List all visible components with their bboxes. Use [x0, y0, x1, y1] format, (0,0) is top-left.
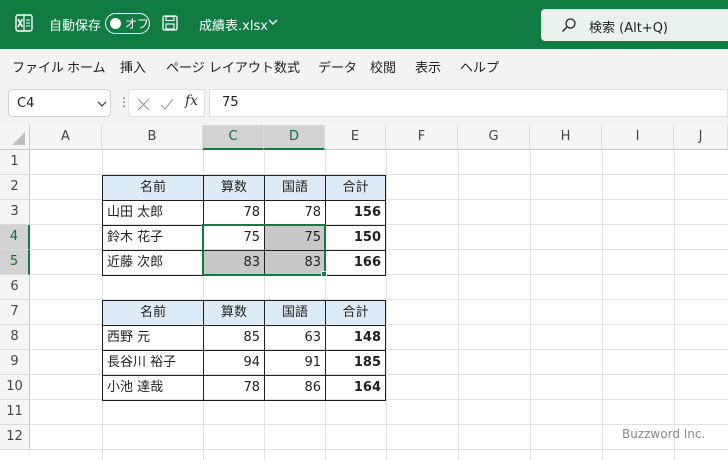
spreadsheet-grid[interactable]: A B C D E F G H I J 1 2 3 4 5 6 7 8 9 10… — [0, 125, 728, 460]
column-header-i[interactable]: I — [602, 125, 674, 150]
row-header-9[interactable]: 9 — [0, 350, 30, 375]
column-header-h[interactable]: H — [530, 125, 602, 150]
autosave-state: オフ — [125, 17, 150, 31]
table2-cell[interactable]: 長谷川 裕子 — [102, 350, 204, 376]
table1-header-name[interactable]: 名前 — [102, 175, 204, 201]
select-all-corner[interactable] — [0, 125, 30, 150]
formula-value: 75 — [222, 95, 239, 110]
row-header-3[interactable]: 3 — [0, 200, 30, 225]
title-bar: 自動保存 オフ 成績表.xlsx 検索 (Alt+Q) — [0, 0, 728, 49]
autosave-label: 自動保存 — [49, 19, 102, 34]
table1-cell[interactable]: 78 — [203, 200, 265, 226]
tab-home[interactable]: ホーム — [67, 57, 106, 76]
table1-header-japanese[interactable]: 国語 — [264, 175, 326, 201]
chevron-down-icon[interactable] — [268, 19, 278, 26]
gridline — [30, 424, 728, 425]
gridline — [458, 150, 459, 460]
table2-header-name[interactable]: 名前 — [102, 300, 204, 326]
table2-cell[interactable]: 164 — [325, 375, 386, 401]
row-header-4[interactable]: 4 — [0, 225, 30, 250]
fill-handle[interactable] — [321, 271, 327, 277]
row-header-2[interactable]: 2 — [0, 175, 30, 200]
table2-cell[interactable]: 78 — [203, 375, 265, 401]
table2-cell[interactable]: 94 — [203, 350, 265, 376]
table2-cell[interactable]: 西野 元 — [102, 325, 204, 351]
ribbon-tabs: ファイル ホーム 挿入 ページ レイアウト 数式 データ 校閲 表示 ヘルプ — [0, 49, 728, 81]
tab-help[interactable]: ヘルプ — [460, 57, 499, 76]
tab-review[interactable]: 校閲 — [370, 57, 396, 76]
gridline — [30, 449, 728, 450]
table2-cell[interactable]: 小池 達哉 — [102, 375, 204, 401]
row-header-7[interactable]: 7 — [0, 300, 30, 325]
table1-cell-selected[interactable]: 83 — [264, 250, 326, 276]
table2-header-math[interactable]: 算数 — [203, 300, 265, 326]
table1-cell[interactable]: 166 — [325, 250, 386, 276]
tab-view[interactable]: 表示 — [415, 57, 441, 76]
table1-cell[interactable]: 鈴木 花子 — [102, 225, 204, 251]
excel-logo-icon — [15, 14, 33, 32]
table1-cell-selected[interactable]: 75 — [264, 225, 326, 251]
gridline — [602, 150, 603, 460]
tab-data[interactable]: データ — [318, 57, 357, 76]
column-header-d[interactable]: D — [264, 125, 325, 150]
table2-cell[interactable]: 86 — [264, 375, 326, 401]
table1-cell[interactable]: 156 — [325, 200, 386, 226]
column-header-e[interactable]: E — [325, 125, 386, 150]
name-box-value: C4 — [17, 96, 35, 111]
table2-cell[interactable]: 85 — [203, 325, 265, 351]
table1-header-math[interactable]: 算数 — [203, 175, 265, 201]
toggle-knob — [110, 17, 121, 29]
row-header-10[interactable]: 10 — [0, 375, 30, 400]
row-header-11[interactable]: 11 — [0, 400, 30, 425]
search-placeholder: 検索 (Alt+Q) — [589, 21, 669, 36]
table1-cell[interactable]: 山田 太郎 — [102, 200, 204, 226]
save-icon[interactable] — [162, 15, 178, 31]
gridline — [386, 150, 387, 460]
enter-check-icon[interactable] — [160, 98, 174, 111]
table1-cell[interactable]: 近藤 次郎 — [102, 250, 204, 276]
active-cell-c4[interactable]: 75 — [203, 225, 265, 251]
tab-formulas[interactable]: 数式 — [274, 57, 300, 76]
autosave-toggle[interactable]: オフ — [105, 13, 150, 34]
table2-header-total[interactable]: 合計 — [325, 300, 386, 326]
column-header-f[interactable]: F — [386, 125, 458, 150]
row-header-6[interactable]: 6 — [0, 275, 30, 300]
table1-cell[interactable]: 78 — [264, 200, 326, 226]
tab-page-layout[interactable]: ページ レイアウト — [166, 57, 274, 76]
gridline — [674, 150, 675, 460]
tab-file[interactable]: ファイル — [12, 57, 64, 76]
search-icon — [562, 18, 576, 32]
file-name[interactable]: 成績表.xlsx — [199, 15, 268, 34]
insert-function-icon[interactable]: fx — [185, 93, 198, 109]
formula-buttons: fx — [128, 89, 205, 117]
select-all-icon — [12, 132, 25, 145]
cancel-icon[interactable] — [137, 98, 150, 111]
chevron-down-icon[interactable] — [97, 101, 107, 108]
tab-insert[interactable]: 挿入 — [120, 57, 146, 76]
table2-header-japanese[interactable]: 国語 — [264, 300, 326, 326]
table1-header-total[interactable]: 合計 — [325, 175, 386, 201]
search-box[interactable]: 検索 (Alt+Q) — [541, 9, 728, 41]
column-header-c[interactable]: C — [203, 125, 264, 150]
table2-cell[interactable]: 148 — [325, 325, 386, 351]
table2-cell[interactable]: 91 — [264, 350, 326, 376]
column-header-b[interactable]: B — [102, 125, 203, 150]
row-header-1[interactable]: 1 — [0, 150, 30, 175]
row-header-12[interactable]: 12 — [0, 425, 30, 450]
row-header-8[interactable]: 8 — [0, 325, 30, 350]
formula-input[interactable]: 75 — [209, 89, 728, 117]
row-header-5[interactable]: 5 — [0, 250, 30, 275]
watermark: Buzzword Inc. — [622, 427, 706, 441]
column-header-a[interactable]: A — [30, 125, 102, 150]
column-header-j[interactable]: J — [674, 125, 728, 150]
gridline — [530, 150, 531, 460]
name-box[interactable]: C4 — [8, 89, 111, 117]
formula-bar-area: C4 ⋮ fx 75 — [0, 81, 728, 125]
column-header-g[interactable]: G — [458, 125, 530, 150]
table2-cell[interactable]: 185 — [325, 350, 386, 376]
table2-cell[interactable]: 63 — [264, 325, 326, 351]
table1-cell[interactable]: 150 — [325, 225, 386, 251]
table1-cell-selected[interactable]: 83 — [203, 250, 265, 276]
